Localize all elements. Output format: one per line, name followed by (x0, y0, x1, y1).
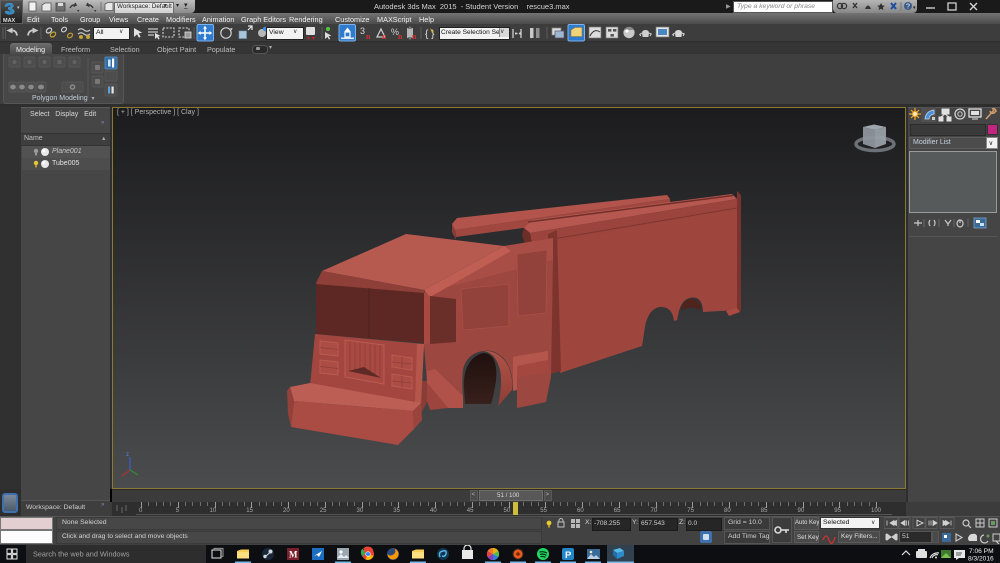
svg-text:7:06 PM: 7:06 PM (969, 548, 994, 555)
svg-text:3: 3 (360, 26, 365, 36)
svg-text:?: ? (906, 4, 910, 11)
svg-text:M: M (289, 550, 298, 560)
svg-text:P: P (565, 550, 572, 561)
svg-text:n: n (412, 32, 417, 41)
svg-text:8/3/2016: 8/3/2016 (968, 556, 994, 563)
svg-text:▾: ▾ (17, 5, 20, 11)
svg-text:n: n (382, 32, 387, 41)
svg-text:▾: ▾ (913, 5, 916, 11)
svg-text:n: n (398, 32, 403, 41)
svg-text:{ }: { } (425, 29, 435, 40)
svg-text:n: n (366, 32, 371, 41)
svg-text:Search the web and Windows: Search the web and Windows (33, 550, 130, 559)
